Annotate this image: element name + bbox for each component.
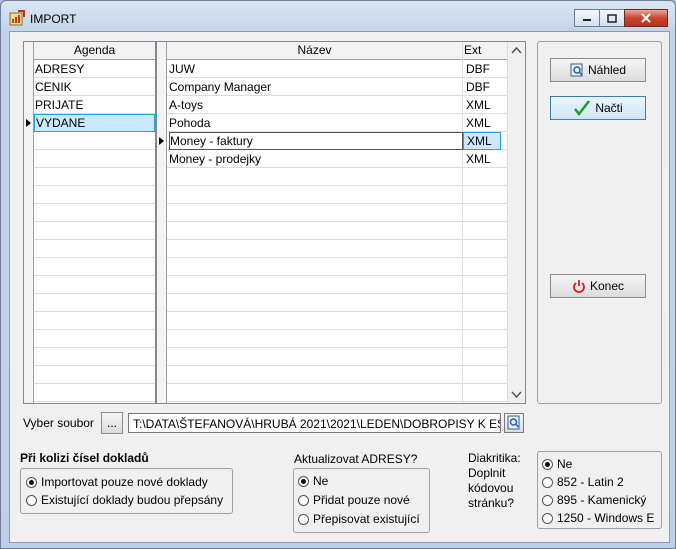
maximize-icon: [607, 13, 617, 23]
minimize-icon: [583, 19, 591, 21]
agenda-row[interactable]: ADRESY: [34, 60, 155, 78]
app-icon: [9, 10, 25, 26]
diacritics-option[interactable]: Ne: [542, 457, 572, 471]
row-marker-icon: [159, 137, 164, 145]
agenda-row[interactable]: PRIJATE: [34, 96, 155, 114]
diacritics-title: Diakritika: Doplnit kódovou stránku?: [468, 451, 521, 510]
format-row-name[interactable]: Company Manager: [169, 78, 461, 96]
select-file-label: Vyber soubor: [23, 416, 94, 430]
format-row-ext[interactable]: XML: [463, 132, 501, 150]
radio-button[interactable]: [26, 494, 37, 506]
radio-button[interactable]: [26, 476, 37, 488]
update-addresses-option[interactable]: Ne: [298, 474, 328, 488]
radio-label: Ne: [313, 474, 329, 488]
radio-label: 1250 - Windows E: [557, 511, 655, 525]
close-button[interactable]: [624, 9, 668, 27]
radio-button[interactable]: [542, 476, 553, 488]
column-header-ext[interactable]: Ext: [464, 42, 504, 59]
row-marker-icon: [26, 119, 31, 127]
preview-icon: [570, 63, 583, 77]
radio-button[interactable]: [298, 513, 309, 525]
radio-button[interactable]: [298, 475, 309, 487]
radio-label: Ne: [557, 457, 573, 471]
radio-button[interactable]: [542, 494, 553, 506]
column-header-name[interactable]: Název: [167, 42, 462, 59]
format-row-name[interactable]: Pohoda: [169, 114, 461, 132]
agenda-row[interactable]: CENIK: [34, 78, 155, 96]
import-window: IMPORT Agenda ADRESY CENIK PRIJATE VYDANE N…: [0, 0, 676, 549]
radio-button[interactable]: [542, 512, 553, 524]
preview-button[interactable]: Náhled: [550, 58, 646, 82]
dialog-body: Agenda ADRESY CENIK PRIJATE VYDANE Název Ex…: [9, 31, 670, 543]
vertical-scrollbar[interactable]: [507, 42, 525, 403]
power-icon: [573, 280, 585, 293]
update-addresses-option[interactable]: Přepisovat existující: [298, 512, 420, 526]
actions-panel: Náhled Načti Konec: [537, 41, 662, 404]
preview-label: Náhled: [587, 63, 627, 77]
diacritics-option[interactable]: 895 - Kamenický: [542, 493, 646, 507]
format-row-ext[interactable]: XML: [463, 114, 499, 132]
radio-button[interactable]: [542, 458, 553, 470]
radio-label: Importovat pouze nové doklady: [41, 475, 208, 489]
agenda-header[interactable]: Agenda: [34, 42, 155, 59]
load-label: Načti: [595, 101, 623, 115]
scroll-down-icon[interactable]: [508, 386, 525, 403]
exit-label: Konec: [589, 279, 625, 293]
radio-button[interactable]: [298, 494, 309, 506]
collision-title: Při kolizi čísel dokladů: [20, 451, 149, 465]
diacritics-option[interactable]: 852 - Latin 2: [542, 475, 624, 489]
formats-grid[interactable]: Název Ext JUW DBF Company Manager DBF A-toys…: [156, 41, 526, 404]
file-path-input[interactable]: T:\DATA\ŠTEFANOVÁ\HRUBÁ 2021\2021\LEDEN\…: [128, 413, 501, 433]
load-button[interactable]: Načti: [550, 96, 646, 120]
title-bar[interactable]: IMPORT: [1, 1, 675, 31]
preview-icon: [507, 415, 520, 430]
format-row-ext[interactable]: XML: [463, 96, 499, 114]
diacritics-option[interactable]: 1250 - Windows E: [542, 511, 654, 525]
format-row-ext[interactable]: DBF: [463, 78, 499, 96]
agenda-row[interactable]: VYDANE: [34, 114, 155, 132]
format-row-ext[interactable]: DBF: [463, 60, 499, 78]
window-title: IMPORT: [30, 12, 77, 26]
format-row-name[interactable]: JUW: [169, 60, 461, 78]
exit-button[interactable]: Konec: [550, 274, 646, 298]
radio-label: 895 - Kamenický: [557, 493, 647, 507]
format-row-name[interactable]: Money - prodejky: [169, 150, 461, 168]
format-row-name[interactable]: Money - faktury: [169, 132, 463, 150]
scroll-up-icon[interactable]: [508, 42, 525, 59]
collision-option[interactable]: Importovat pouze nové doklady: [26, 475, 208, 489]
browse-button[interactable]: ...: [101, 412, 123, 434]
radio-label: Existující doklady budou přepsány: [41, 493, 224, 507]
radio-label: Přepisovat existující: [313, 512, 420, 526]
minimize-button[interactable]: [574, 9, 600, 27]
check-icon: [574, 100, 591, 116]
format-row-name[interactable]: A-toys: [169, 96, 461, 114]
radio-label: 852 - Latin 2: [557, 475, 624, 489]
radio-label: Přidat pouze nové: [313, 493, 410, 507]
close-icon: [641, 13, 651, 23]
agenda-grid[interactable]: Agenda ADRESY CENIK PRIJATE VYDANE: [23, 41, 156, 404]
update-addresses-option[interactable]: Přidat pouze nové: [298, 493, 410, 507]
format-row-ext[interactable]: XML: [463, 150, 499, 168]
update-addresses-title: Aktualizovat ADRESY?: [294, 452, 418, 466]
maximize-button[interactable]: [599, 9, 625, 27]
preview-file-button[interactable]: [504, 413, 524, 433]
collision-option[interactable]: Existující doklady budou přepsány: [26, 493, 223, 507]
